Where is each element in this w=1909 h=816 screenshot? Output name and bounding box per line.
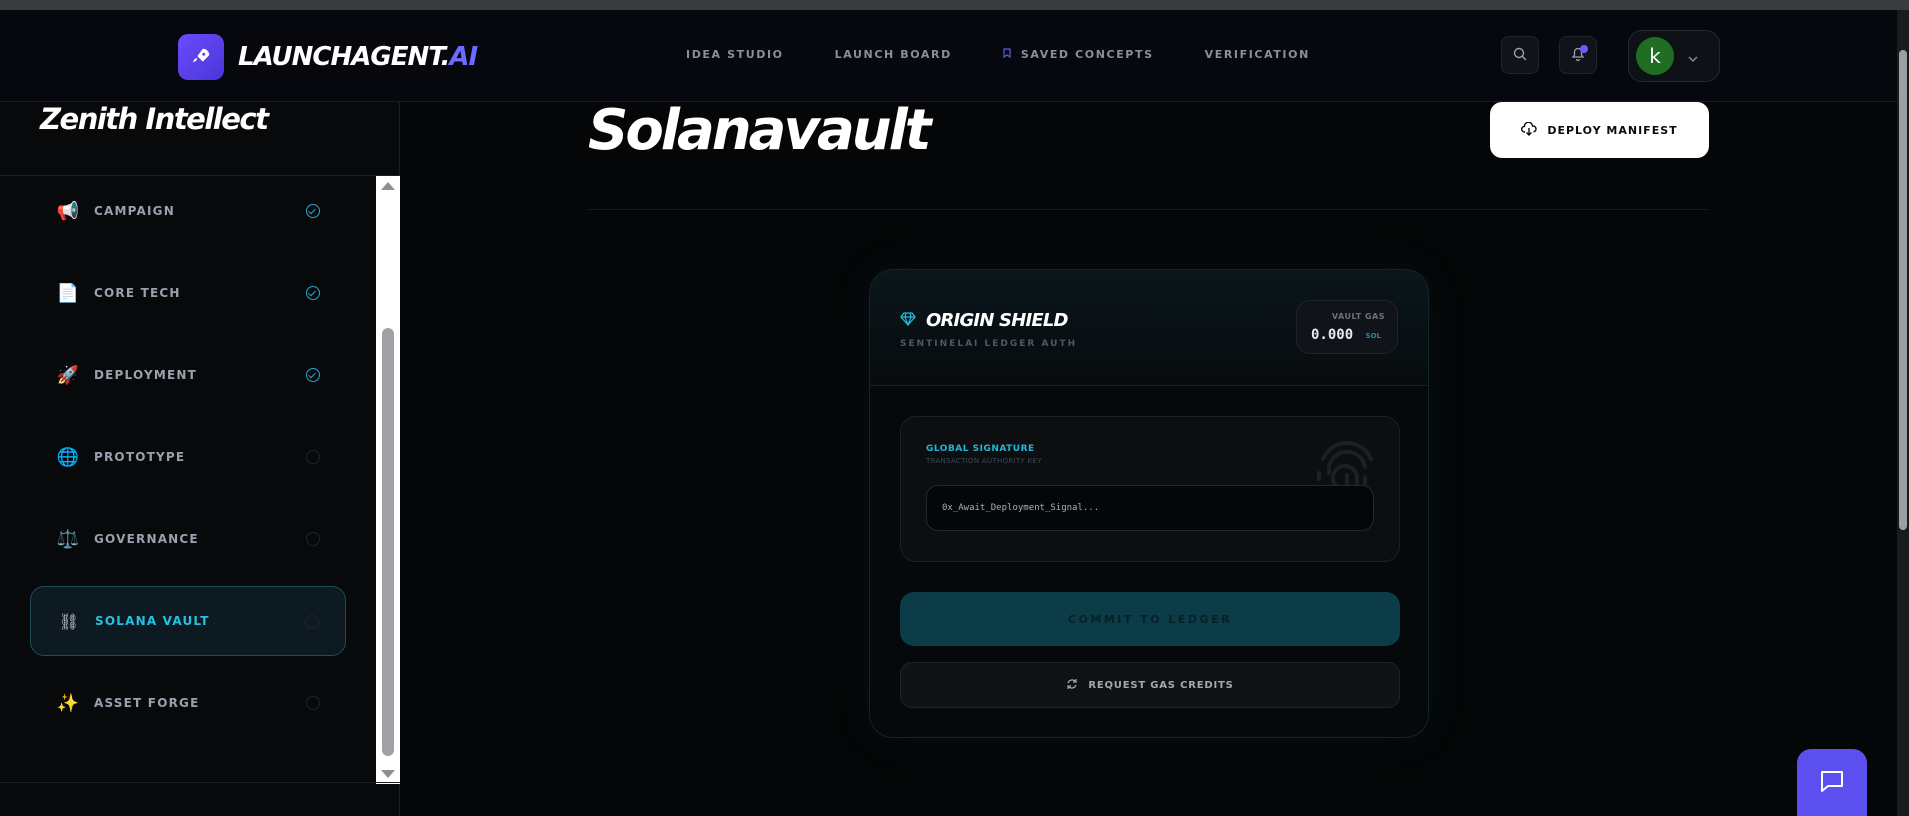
sidebar: Zenith Intellect 📢 CAMPAIGN 📄 CORE TECH …: [0, 102, 400, 816]
empty-circle-icon: [306, 696, 320, 710]
sidebar-item-label: SOLANA VAULT: [95, 614, 210, 628]
sidebar-item-label: GOVERNANCE: [94, 532, 199, 546]
sidebar-item-label: PROTOTYPE: [94, 450, 186, 464]
card-header: ORIGIN SHIELD SENTINELAI LEDGER AUTH VAU…: [870, 270, 1428, 386]
sidebar-item-campaign[interactable]: 📢 CAMPAIGN: [30, 176, 346, 246]
page-scrollbar[interactable]: [1897, 10, 1909, 816]
gas-unit: SOL: [1365, 332, 1381, 340]
chevron-down-icon: [1688, 47, 1698, 66]
main-nav: IDEA STUDIO LAUNCH BOARD SAVED CONCEPTS …: [686, 48, 1310, 61]
empty-circle-icon: [305, 615, 319, 629]
nav-launch-board[interactable]: LAUNCH BOARD: [835, 48, 952, 61]
brand-logo[interactable]: LAUNCHAGENT.AI: [178, 34, 478, 80]
sidebar-item-deployment[interactable]: 🚀 DEPLOYMENT: [30, 340, 346, 410]
document-icon: 📄: [56, 282, 80, 304]
chat-support-button[interactable]: [1797, 749, 1867, 816]
scroll-down-icon[interactable]: [381, 770, 395, 778]
request-gas-credits-button[interactable]: REQUEST GAS CREDITS: [900, 662, 1400, 708]
project-name: Zenith Intellect: [40, 102, 269, 136]
globe-icon: 🌐: [56, 446, 80, 468]
window-top-strip: [0, 0, 1909, 10]
chain-icon: ⛓: [58, 611, 80, 631]
megaphone-icon: 📢: [56, 200, 80, 222]
nav-saved-concepts[interactable]: SAVED CONCEPTS: [1003, 48, 1154, 61]
page-title: Solanavault: [588, 98, 932, 163]
content-divider: [588, 209, 1709, 210]
vault-gas-display: VAULT GAS 0.000 SOL: [1296, 300, 1398, 354]
gas-value: 0.000: [1311, 327, 1354, 343]
top-header: LAUNCHAGENT.AI IDEA STUDIO LAUNCH BOARD …: [0, 10, 1897, 102]
search-icon: [1513, 46, 1527, 65]
signature-title: GLOBAL SIGNATURE: [926, 444, 1035, 454]
check-circle-icon: [306, 286, 320, 300]
check-circle-icon: [306, 204, 320, 218]
sidebar-divider: [0, 782, 400, 783]
sidebar-scrollbar[interactable]: [376, 176, 400, 784]
card-subtitle: SENTINELAI LEDGER AUTH: [900, 339, 1078, 349]
sidebar-item-core-tech[interactable]: 📄 CORE TECH: [30, 258, 346, 328]
signature-subtitle: TRANSACTION AUTHORITY KEY: [926, 457, 1042, 465]
refresh-icon: [1066, 678, 1078, 693]
card-title: ORIGIN SHIELD: [900, 310, 1069, 331]
step-list: 📢 CAMPAIGN 📄 CORE TECH 🚀 DEPLOYMENT 🌐 PR…: [0, 176, 376, 784]
notifications-button[interactable]: [1559, 36, 1597, 74]
diamond-icon: [900, 310, 916, 331]
sidebar-item-governance[interactable]: ⚖️ GOVERNANCE: [30, 504, 346, 574]
sidebar-item-label: DEPLOYMENT: [94, 368, 198, 382]
scales-icon: ⚖️: [56, 528, 80, 550]
check-circle-icon: [306, 368, 320, 382]
scroll-up-icon[interactable]: [381, 182, 395, 190]
empty-circle-icon: [306, 450, 320, 464]
bookmark-icon: [1003, 48, 1011, 61]
nav-idea-studio[interactable]: IDEA STUDIO: [686, 48, 784, 61]
rocket-icon: [178, 34, 224, 80]
scrollbar-thumb[interactable]: [382, 328, 394, 756]
profile-menu[interactable]: k: [1628, 30, 1720, 82]
vault-card: ORIGIN SHIELD SENTINELAI LEDGER AUTH VAU…: [869, 269, 1429, 738]
page-scrollbar-thumb[interactable]: [1899, 50, 1907, 530]
sidebar-item-label: ASSET FORGE: [94, 696, 200, 710]
empty-circle-icon: [306, 532, 320, 546]
notification-badge: [1580, 45, 1588, 53]
signature-input[interactable]: [926, 485, 1374, 531]
commit-to-ledger-button[interactable]: COMMIT TO LEDGER: [900, 592, 1400, 646]
signature-panel: GLOBAL SIGNATURE TRANSACTION AUTHORITY K…: [900, 416, 1400, 562]
chat-icon: [1819, 769, 1845, 796]
sparkles-icon: ✨: [56, 692, 80, 714]
sidebar-item-label: CAMPAIGN: [94, 204, 175, 218]
avatar: k: [1636, 37, 1674, 75]
cloud-download-icon: [1521, 121, 1538, 139]
brand-name: LAUNCHAGENT.AI: [238, 42, 478, 72]
sidebar-item-solana-vault[interactable]: ⛓ SOLANA VAULT: [30, 586, 346, 656]
nav-verification[interactable]: VERIFICATION: [1205, 48, 1310, 61]
sidebar-item-asset-forge[interactable]: ✨ ASSET FORGE: [30, 668, 346, 738]
gas-label: VAULT GAS: [1331, 312, 1385, 321]
sidebar-item-label: CORE TECH: [94, 286, 181, 300]
deploy-manifest-button[interactable]: DEPLOY MANIFEST: [1490, 102, 1709, 158]
sidebar-item-prototype[interactable]: 🌐 PROTOTYPE: [30, 422, 346, 492]
search-button[interactable]: [1501, 36, 1539, 74]
rocket-icon: 🚀: [56, 364, 80, 386]
